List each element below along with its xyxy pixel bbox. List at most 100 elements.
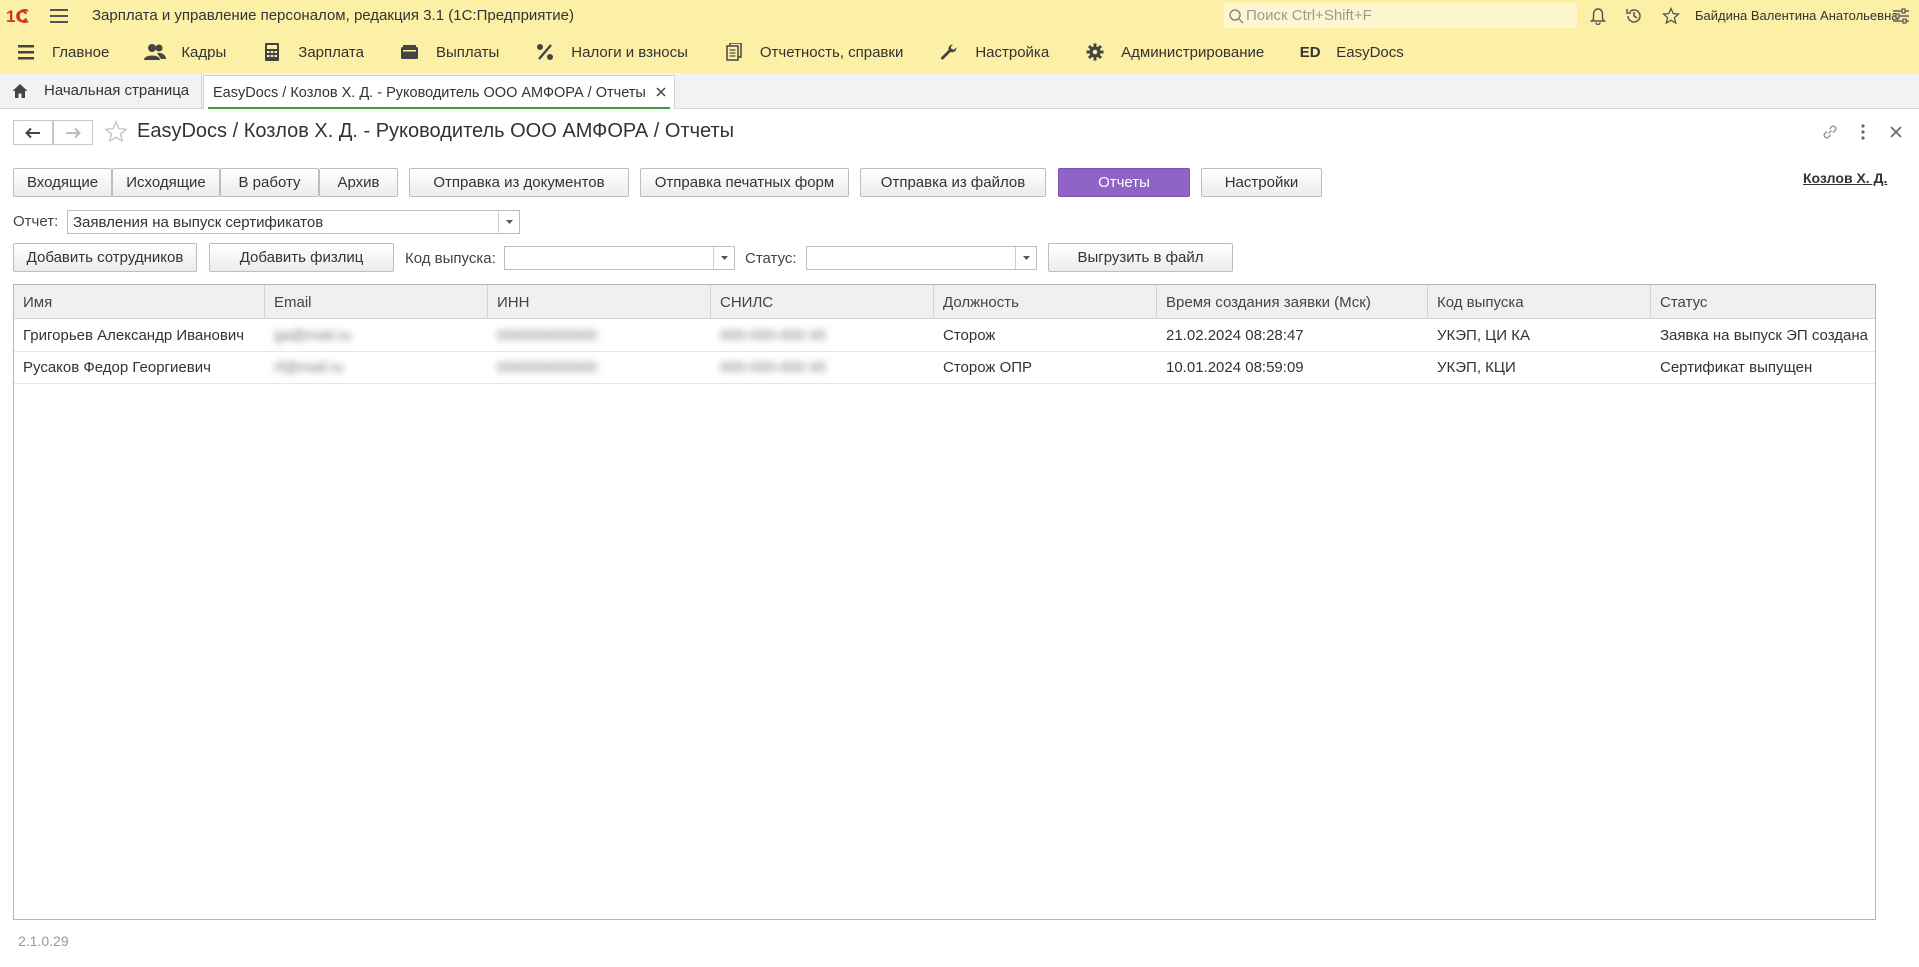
column-header-release-code[interactable]: Код выпуска [1428, 285, 1651, 319]
section-label: Зарплата [298, 43, 364, 61]
cell-inn: 000000000000 [497, 327, 598, 344]
section-main[interactable]: Главное [14, 31, 109, 73]
column-header-inn[interactable]: ИНН [488, 285, 711, 319]
home-icon [12, 83, 28, 98]
send-print-forms-button[interactable]: Отправка печатных форм [640, 168, 849, 197]
cell-release-code: УКЭП, ЦИ КА [1437, 327, 1530, 344]
cell-status: Заявка на выпуск ЭП создана [1660, 327, 1868, 344]
cell-position: Сторож ОПР [943, 359, 1033, 376]
global-search-input[interactable]: Поиск Ctrl+Shift+F [1224, 3, 1577, 28]
section-label: Администрирование [1121, 43, 1265, 61]
section-label: EasyDocs [1336, 43, 1404, 61]
report-select-value: Заявления на выпуск сертификатов [73, 213, 324, 231]
cell-email: ga@mail.ru [274, 327, 351, 344]
add-employees-button[interactable]: Добавить сотрудников [13, 243, 197, 272]
notifications-bell-icon[interactable] [1587, 5, 1609, 27]
tab-home-label: Начальная страница [44, 82, 190, 99]
chevron-down-icon[interactable] [1015, 247, 1036, 269]
report-select[interactable]: Заявления на выпуск сертификатов [67, 210, 520, 234]
main-menu-icon[interactable] [44, 0, 74, 31]
table-row[interactable]: Русаков Федор Георгиевич rf@mail.ru 0000… [14, 352, 1875, 384]
chevron-down-icon[interactable] [498, 211, 519, 233]
status-select[interactable] [806, 246, 1037, 270]
cell-inn: 000000000000 [497, 359, 598, 376]
settings-sliders-icon[interactable] [1890, 5, 1912, 27]
cell-snils: 000-000-000 00 [720, 359, 826, 376]
cell-email: rf@mail.ru [274, 359, 344, 376]
tab-easydocs-reports[interactable]: EasyDocs / Козлов Х. Д. - Руководитель О… [203, 75, 675, 109]
menu-icon [14, 40, 38, 64]
sections-panel: Главное Кадры Зарплата Выплаты Налоги и … [0, 31, 1919, 73]
section-label: Налоги и взносы [571, 43, 688, 61]
column-header-snils[interactable]: СНИЛС [711, 285, 934, 319]
status-label: Статус: [745, 250, 797, 267]
user-link[interactable]: Козлов Х. Д. [1803, 170, 1887, 186]
release-code-label: Код выпуска: [405, 250, 496, 267]
open-windows-bar: Начальная страница EasyDocs / Козлов Х. … [0, 73, 1919, 109]
report-table[interactable]: Имя Email ИНН СНИЛС Должность Время созд… [13, 284, 1876, 920]
wallet-icon [398, 40, 422, 64]
percent-icon [533, 40, 557, 64]
section-administration[interactable]: Администрирование [1083, 31, 1264, 73]
in-work-button[interactable]: В работу [220, 168, 319, 197]
page-title: EasyDocs / Козлов Х. Д. - Руководитель О… [137, 120, 735, 142]
more-actions-icon[interactable] [1853, 122, 1873, 142]
cell-position: Сторож [943, 327, 996, 344]
column-header-created-time[interactable]: Время создания заявки (Мск) [1157, 285, 1428, 319]
arrow-left-icon [25, 127, 40, 138]
easydocs-icon: ED [1299, 43, 1321, 61]
section-label: Отчетность, справки [759, 43, 904, 61]
forward-button[interactable] [53, 120, 93, 145]
tab-active-label: EasyDocs / Козлов Х. Д. - Руководитель О… [213, 84, 646, 101]
cell-created-time: 10.01.2024 08:59:09 [1166, 359, 1304, 376]
chevron-down-icon[interactable] [713, 247, 734, 269]
send-from-files-button[interactable]: Отправка из файлов [860, 168, 1046, 197]
close-form-icon[interactable] [1886, 122, 1906, 142]
add-persons-button[interactable]: Добавить физлиц [209, 243, 394, 272]
column-header-email[interactable]: Email [265, 285, 488, 319]
section-reports[interactable]: Отчетность, справки [722, 31, 903, 73]
outgoing-button[interactable]: Исходящие [112, 168, 220, 197]
section-label: Главное [52, 43, 110, 61]
table-row[interactable]: Григорьев Александр Иванович ga@mail.ru … [14, 320, 1875, 352]
section-label: Выплаты [435, 43, 500, 61]
cell-created-time: 21.02.2024 08:28:47 [1166, 327, 1304, 344]
section-payments[interactable]: Выплаты [398, 31, 499, 73]
reports-button[interactable]: Отчеты [1058, 168, 1190, 197]
column-header-status[interactable]: Статус [1651, 285, 1875, 319]
table-header: Имя Email ИНН СНИЛС Должность Время созд… [14, 285, 1875, 319]
cell-release-code: УКЭП, КЦИ [1437, 359, 1516, 376]
close-tab-icon[interactable] [654, 85, 668, 99]
favorites-star-icon[interactable] [1660, 5, 1682, 27]
1c-logo: 1С [0, 0, 44, 31]
back-button[interactable] [13, 120, 53, 145]
current-user-name[interactable]: Байдина Валентина Анатольевна [1695, 8, 1898, 23]
export-to-file-button[interactable]: Выгрузить в файл [1048, 243, 1233, 272]
settings-button[interactable]: Настройки [1201, 168, 1322, 197]
section-personnel[interactable]: Кадры [143, 31, 226, 73]
add-to-favorites-star-icon[interactable] [104, 120, 128, 144]
search-icon [1229, 8, 1244, 24]
send-from-documents-button[interactable]: Отправка из документов [409, 168, 629, 197]
section-taxes[interactable]: Налоги и взносы [533, 31, 688, 73]
section-label: Настройка [975, 43, 1050, 61]
people-icon [143, 40, 167, 64]
documents-icon [722, 40, 746, 64]
version-label: 2.1.0.29 [18, 933, 69, 949]
history-icon[interactable] [1623, 5, 1645, 27]
archive-button[interactable]: Архив [319, 168, 398, 197]
section-easydocs[interactable]: ED EasyDocs [1298, 31, 1404, 73]
column-header-name[interactable]: Имя [14, 285, 265, 319]
section-settings[interactable]: Настройка [937, 31, 1049, 73]
release-code-select[interactable] [504, 246, 735, 270]
wrench-icon [937, 40, 961, 64]
cell-status: Сертификат выпущен [1660, 359, 1813, 376]
tab-home-page[interactable]: Начальная страница [0, 73, 202, 108]
incoming-button[interactable]: Входящие [13, 168, 112, 197]
arrow-right-icon [66, 127, 81, 138]
column-header-position[interactable]: Должность [934, 285, 1157, 319]
cell-snils: 000-000-000 00 [720, 327, 826, 344]
cell-name: Григорьев Александр Иванович [23, 327, 245, 344]
section-salary[interactable]: Зарплата [260, 31, 364, 73]
link-icon[interactable] [1820, 122, 1840, 142]
